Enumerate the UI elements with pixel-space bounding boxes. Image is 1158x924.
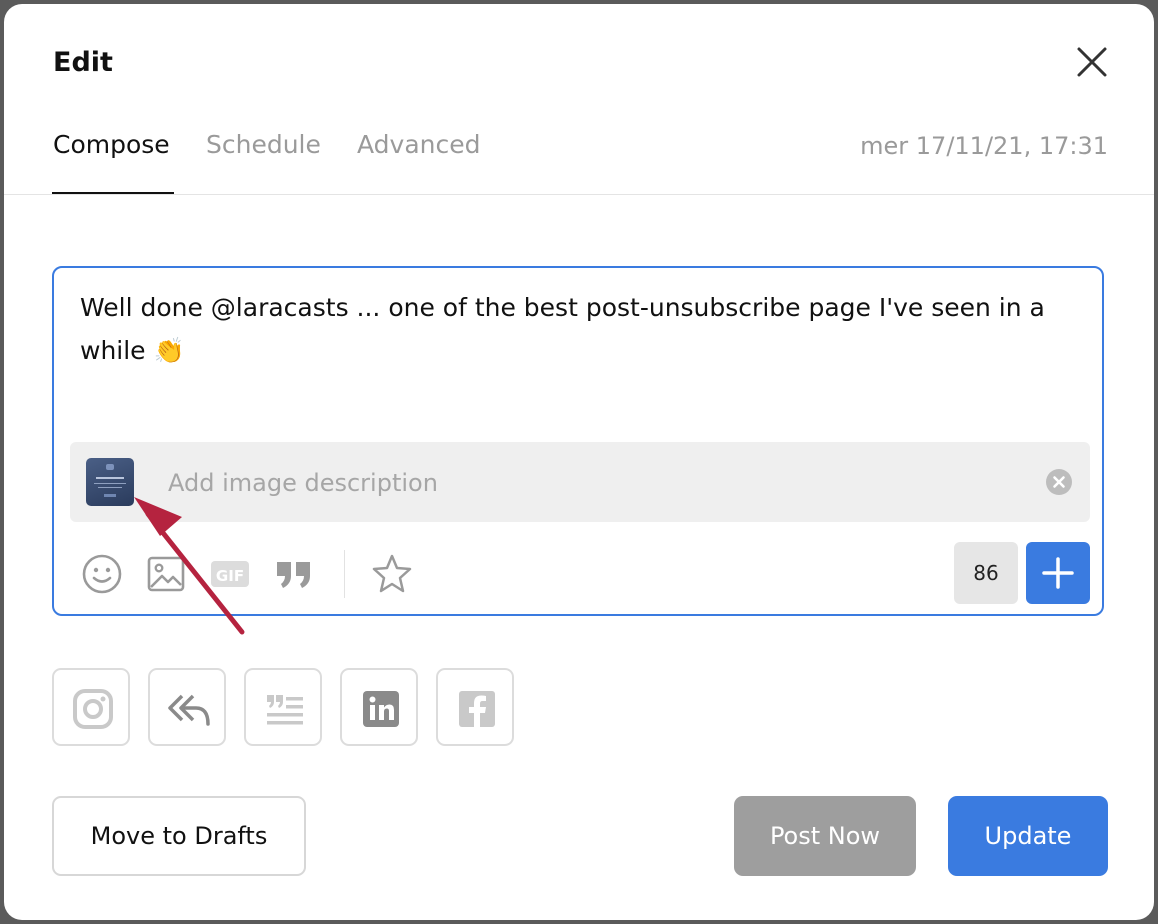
dialog-title: Edit	[53, 47, 113, 78]
tab-schedule[interactable]: Schedule	[206, 130, 321, 159]
post-composer[interactable]: Well done @laracasts ... one of the best…	[52, 266, 1104, 616]
linkedin-button[interactable]	[340, 668, 418, 746]
reply-all-button[interactable]	[148, 668, 226, 746]
post-text[interactable]: Well done @laracasts ... one of the best…	[80, 286, 1070, 372]
close-icon[interactable]	[1074, 44, 1110, 80]
tab-advanced[interactable]: Advanced	[357, 130, 481, 159]
facebook-icon	[459, 691, 495, 727]
image-description-input[interactable]	[166, 462, 1030, 504]
image-attachment-row	[70, 442, 1090, 522]
linkedin-icon	[363, 691, 399, 727]
plus-icon	[1042, 557, 1074, 589]
svg-text:GIF: GIF	[216, 567, 244, 585]
quote-thread-button[interactable]	[244, 668, 322, 746]
remove-image-icon[interactable]	[1046, 469, 1072, 495]
post-now-button[interactable]: Post Now	[734, 796, 916, 876]
image-thumbnail[interactable]	[86, 458, 134, 506]
update-button[interactable]: Update	[948, 796, 1108, 876]
move-to-drafts-button[interactable]: Move to Drafts	[52, 796, 306, 876]
post-timestamp: mer 17/11/21, 17:31	[860, 132, 1108, 160]
toolbar-divider	[344, 550, 345, 598]
instagram-icon	[73, 689, 113, 729]
quote-icon[interactable]	[272, 552, 316, 596]
character-count: 86	[954, 542, 1018, 604]
tab-bar: Compose Schedule Advanced mer 17/11/21, …	[4, 124, 1154, 195]
tab-compose[interactable]: Compose	[53, 130, 170, 159]
edit-dialog: Edit Compose Schedule Advanced mer 17/11…	[4, 4, 1154, 920]
facebook-button[interactable]	[436, 668, 514, 746]
add-thread-button[interactable]	[1026, 542, 1090, 604]
reply-icon	[168, 694, 210, 726]
star-icon[interactable]	[370, 552, 414, 596]
gif-icon[interactable]: GIF	[208, 552, 252, 596]
image-icon[interactable]	[144, 552, 188, 596]
quote-thread-icon	[267, 695, 303, 725]
emoji-icon[interactable]	[80, 552, 124, 596]
active-tab-indicator	[52, 192, 174, 194]
instagram-button[interactable]	[52, 668, 130, 746]
